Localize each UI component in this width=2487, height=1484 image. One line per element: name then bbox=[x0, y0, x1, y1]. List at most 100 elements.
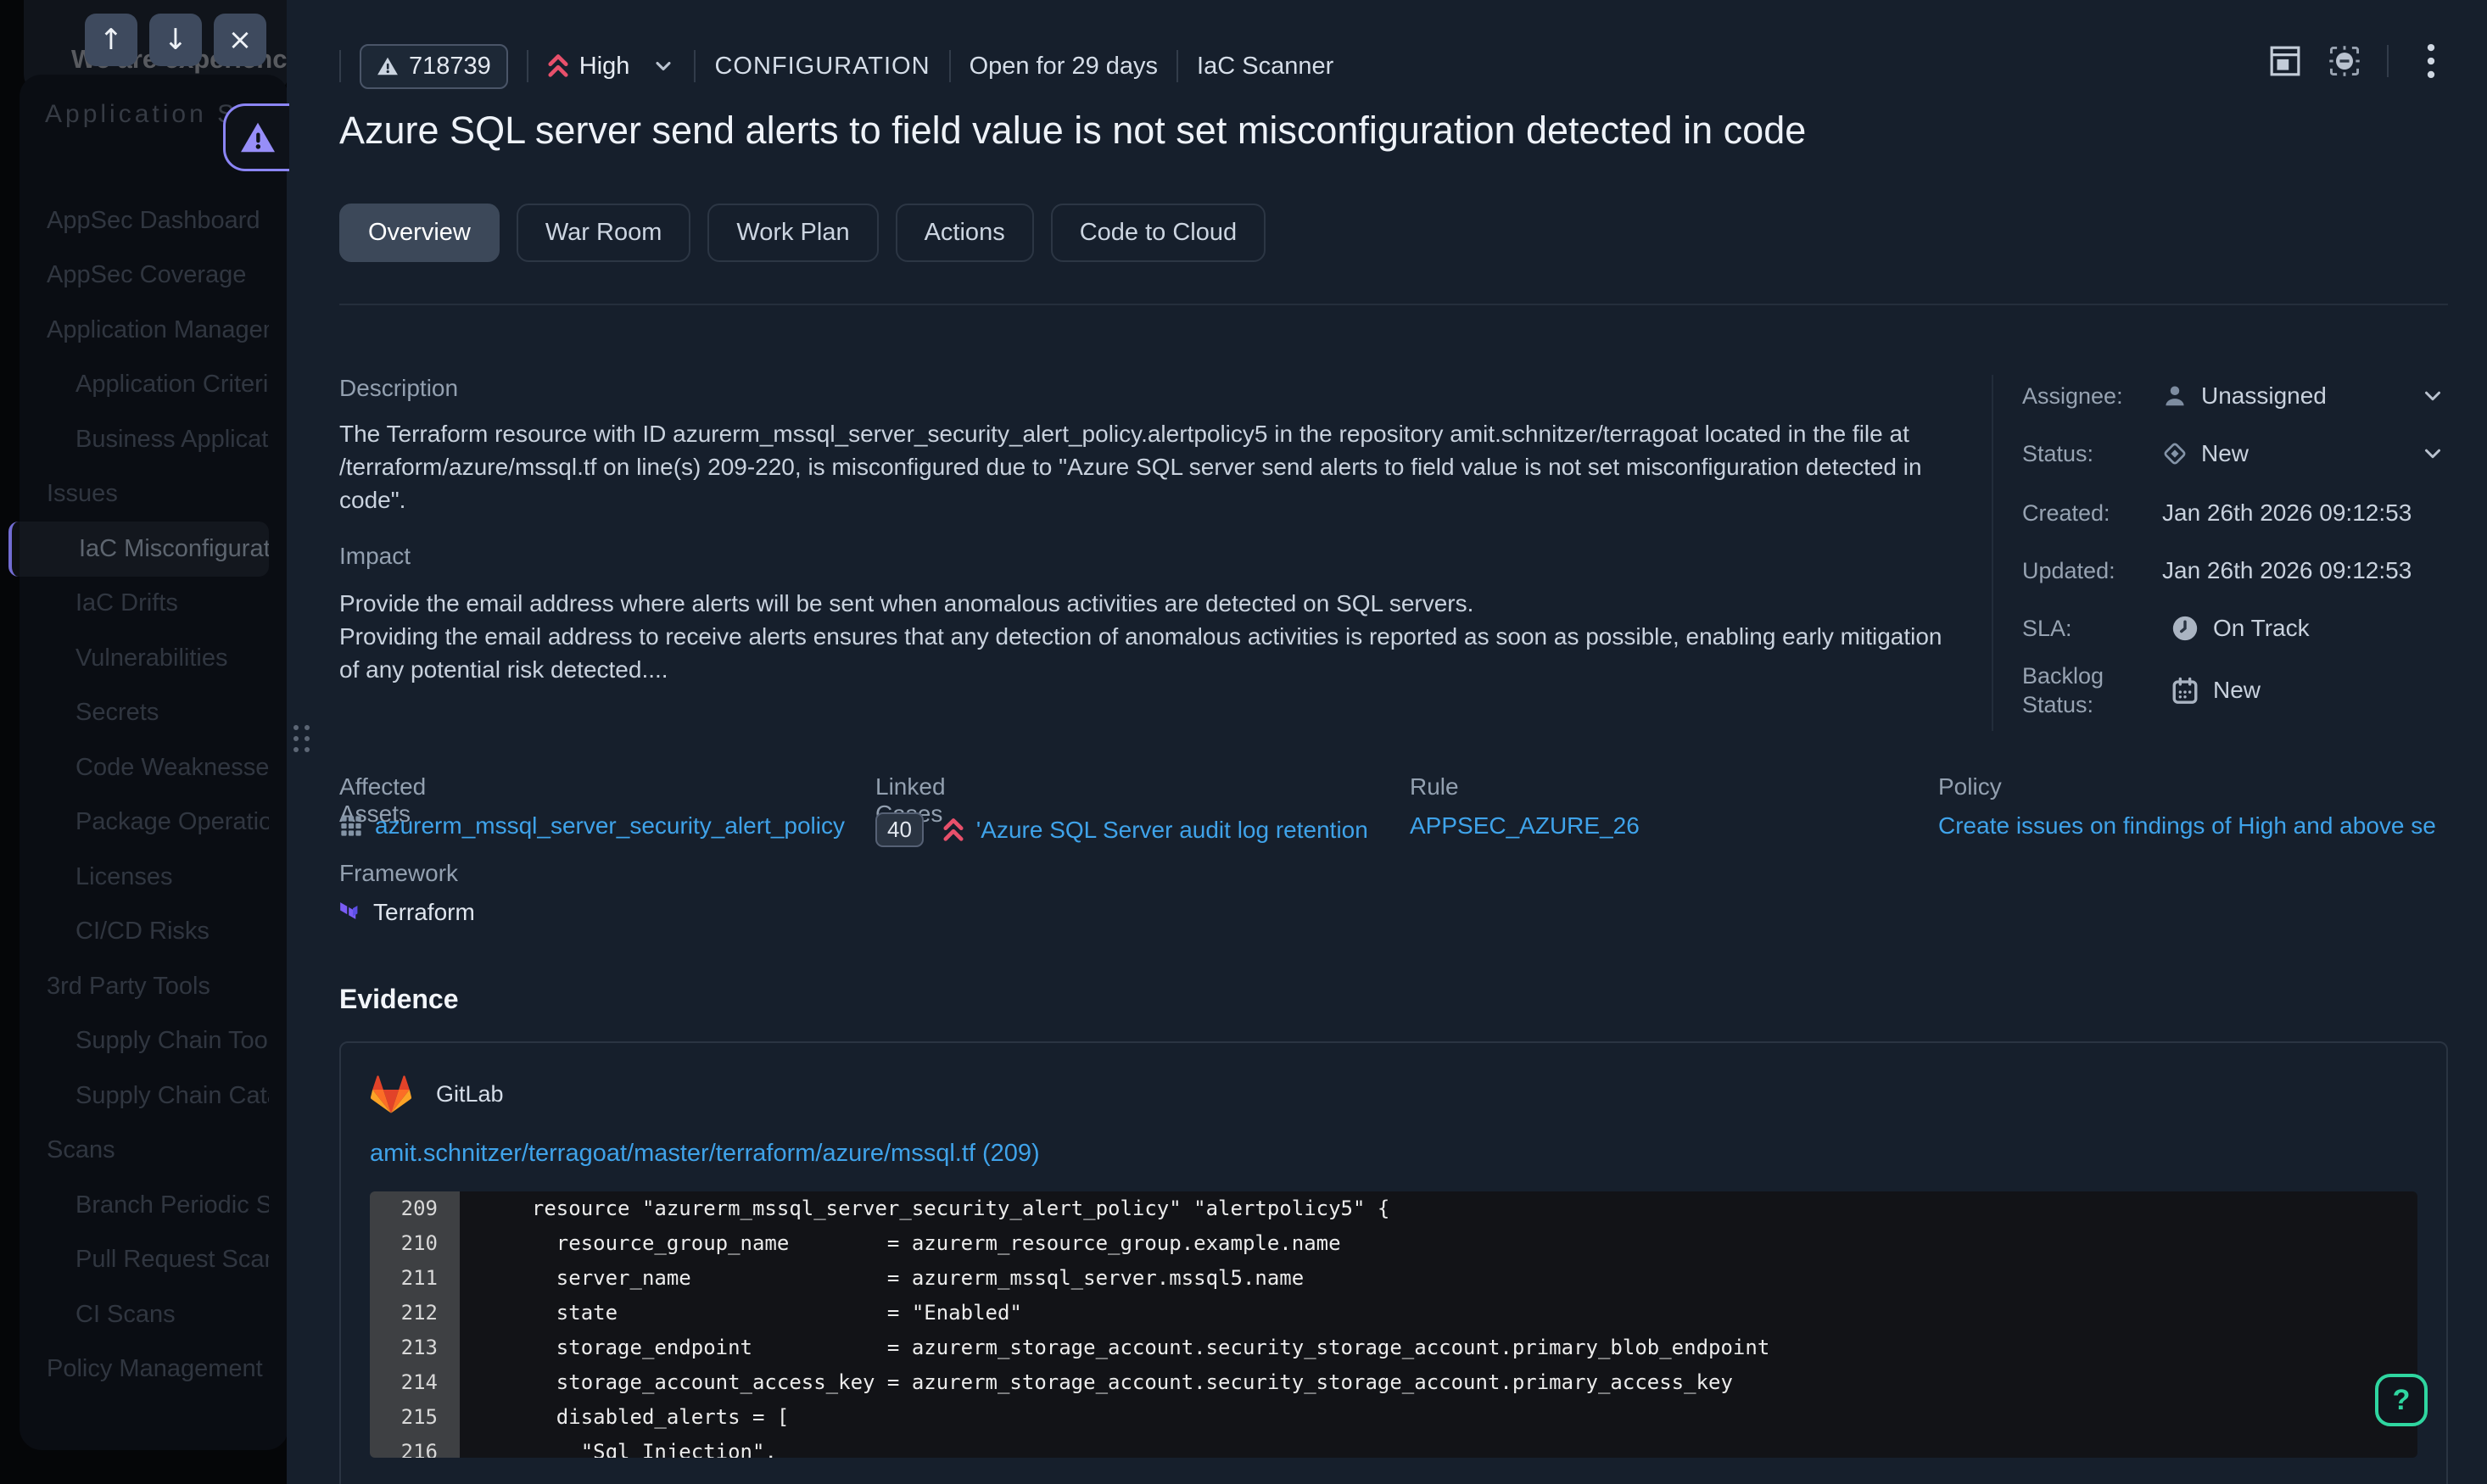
line-number: 215 bbox=[370, 1400, 460, 1435]
sidebar-item-code-weaknesses[interactable]: Code Weaknesses bbox=[0, 740, 269, 795]
code-line: disabled_alerts = [ bbox=[460, 1400, 2417, 1435]
issue-title: Azure SQL server send alerts to field va… bbox=[339, 109, 2290, 153]
next-issue-button[interactable]: ↓ bbox=[149, 14, 202, 66]
sidebar-item-supply-chain-tools[interactable]: Supply Chain Tools bbox=[0, 1014, 269, 1069]
sidebar-item-ci-scans[interactable]: CI Scans bbox=[0, 1287, 269, 1342]
sidebar-item-application-criteria[interactable]: Application Criteria bbox=[0, 358, 269, 413]
linked-case-link[interactable]: 'Azure SQL Server audit log retention bbox=[976, 817, 1368, 844]
issue-id: 718739 bbox=[409, 53, 491, 81]
created-row: Created: Jan 26th 2026 09:12:53 bbox=[2022, 499, 2451, 527]
assignee-row: Assignee: Unassigned bbox=[2022, 382, 2451, 410]
rule-label: Rule bbox=[1410, 773, 1459, 801]
clock-icon bbox=[2171, 614, 2199, 643]
sidebar-item-iac-misconfigurations[interactable]: IaC Misconfigurations bbox=[8, 522, 269, 577]
chevron-down-icon[interactable] bbox=[2420, 441, 2445, 466]
app-root: We are experiencing a pr Application Sec… bbox=[0, 0, 2487, 1484]
code-line: server_name = azurerm_mssql_server.mssql… bbox=[460, 1261, 2417, 1296]
evidence-card: GitLab amit.schnitzer/terragoat/master/t… bbox=[339, 1041, 2448, 1484]
sidebar-item-secrets[interactable]: Secrets bbox=[0, 686, 269, 741]
framework-label: Framework bbox=[339, 860, 458, 887]
chevron-down-icon bbox=[651, 54, 675, 78]
sidebar-item-pull-request-scans[interactable]: Pull Request Scans bbox=[0, 1233, 269, 1288]
line-number: 213 bbox=[370, 1331, 460, 1365]
issue-open-duration: Open for 29 days bbox=[970, 53, 1158, 81]
status-select[interactable]: New bbox=[2162, 440, 2249, 467]
focus-scan-button[interactable] bbox=[2328, 44, 2361, 78]
drawer-resize-handle[interactable] bbox=[293, 725, 310, 752]
divider bbox=[949, 50, 951, 82]
alerts-pull-tab[interactable] bbox=[223, 103, 289, 171]
issue-topbar: 718739 High CONFIGURATION Open for 29 da… bbox=[339, 42, 1333, 90]
created-label: Created: bbox=[2022, 499, 2162, 527]
affected-asset-link[interactable]: azurerm_mssql_server_security_alert_poli… bbox=[375, 812, 845, 840]
evidence-provider: GitLab bbox=[370, 1067, 2417, 1121]
code-snippet[interactable]: 209 resource "azurerm_mssql_server_secur… bbox=[370, 1191, 2417, 1458]
sidebar-item-appsec-dashboard[interactable]: AppSec Dashboard bbox=[0, 193, 269, 248]
updated-label: Updated: bbox=[2022, 556, 2162, 585]
provider-name: GitLab bbox=[436, 1081, 504, 1107]
description-text: The Terraform resource with ID azurerm_m… bbox=[339, 417, 1968, 516]
sidebar-item-licenses[interactable]: Licenses bbox=[0, 850, 269, 905]
code-line: state = "Enabled" bbox=[460, 1296, 2417, 1331]
code-line: storage_endpoint = azurerm_storage_accou… bbox=[460, 1331, 2417, 1365]
status-label: Status: bbox=[2022, 439, 2162, 468]
issue-detail-drawer: 718739 High CONFIGURATION Open for 29 da… bbox=[287, 0, 2487, 1484]
evidence-file-link[interactable]: amit.schnitzer/terragoat/master/terrafor… bbox=[370, 1140, 1040, 1167]
impact-line-1: Provide the email address where alerts w… bbox=[339, 587, 1968, 620]
tab-war-room[interactable]: War Room bbox=[517, 204, 691, 262]
code-line: resource_group_name = azurerm_resource_g… bbox=[460, 1226, 2417, 1261]
sidebar-item-supply-chain-catalog[interactable]: Supply Chain Catalog bbox=[0, 1068, 269, 1124]
created-value: Jan 26th 2026 09:12:53 bbox=[2162, 499, 2412, 527]
code-line: "Sql_Injection", bbox=[460, 1435, 2417, 1458]
sidebar-item-3rd-party-tools[interactable]: 3rd Party Tools bbox=[0, 959, 269, 1014]
more-options-button[interactable] bbox=[2414, 44, 2448, 78]
close-drawer-button[interactable]: × bbox=[214, 14, 266, 66]
line-number: 216 bbox=[370, 1435, 460, 1458]
line-number: 210 bbox=[370, 1226, 460, 1261]
divider bbox=[527, 50, 528, 82]
drawer-toolbar bbox=[2268, 44, 2448, 78]
status-value: New bbox=[2201, 440, 2249, 467]
assignee-value: Unassigned bbox=[2201, 382, 2327, 410]
linked-cases-count-badge[interactable]: 40 bbox=[875, 812, 924, 847]
arrow-down-icon: ↓ bbox=[164, 23, 188, 57]
arrow-up-icon: ↑ bbox=[99, 23, 124, 57]
tab-actions[interactable]: Actions bbox=[896, 204, 1034, 262]
sidebar-item-scans[interactable]: Scans bbox=[0, 1124, 269, 1179]
terraform-icon bbox=[339, 901, 361, 924]
sidebar-item-issues[interactable]: Issues bbox=[0, 467, 269, 522]
sidebar-item-business-applications[interactable]: Business Applications bbox=[0, 412, 269, 467]
sidebar-item-iac-drifts[interactable]: IaC Drifts bbox=[0, 577, 269, 632]
sidebar-item-policy-management[interactable]: Policy Management bbox=[0, 1342, 269, 1398]
sidebar-item-branch-periodic-scans[interactable]: Branch Periodic Scan bbox=[0, 1178, 269, 1233]
severity-dropdown[interactable]: High bbox=[547, 53, 676, 81]
issue-source: IaC Scanner bbox=[1197, 53, 1333, 81]
impact-text: Provide the email address where alerts w… bbox=[339, 587, 1968, 686]
rule-link[interactable]: APPSEC_AZURE_26 bbox=[1410, 812, 1640, 840]
evidence-file-link-row: amit.schnitzer/terragoat/master/terrafor… bbox=[370, 1140, 2417, 1168]
code-line: storage_account_access_key = azurerm_sto… bbox=[460, 1365, 2417, 1400]
line-number: 212 bbox=[370, 1296, 460, 1331]
chevron-down-icon[interactable] bbox=[2420, 383, 2445, 409]
sidebar-item-cicd-risks[interactable]: CI/CD Risks bbox=[0, 905, 269, 960]
assignee-select[interactable]: Unassigned bbox=[2162, 382, 2327, 410]
backlog-status-label: Backlog Status: bbox=[2022, 661, 2162, 719]
sidebar-item-package-operational[interactable]: Package Operational bbox=[0, 795, 269, 851]
status-row: Status: New bbox=[2022, 439, 2451, 468]
updated-value: Jan 26th 2026 09:12:53 bbox=[2162, 557, 2412, 584]
severity-label: High bbox=[579, 53, 630, 81]
sidebar-item-vulnerabilities[interactable]: Vulnerabilities bbox=[0, 631, 269, 686]
layout-panel-button[interactable] bbox=[2268, 44, 2302, 78]
sidebar-item-application-management[interactable]: Application Management bbox=[0, 303, 269, 358]
previous-issue-button[interactable]: ↑ bbox=[85, 14, 137, 66]
tab-overview[interactable]: Overview bbox=[339, 204, 500, 262]
policy-link[interactable]: Create issues on findings of High and ab… bbox=[1938, 812, 2436, 840]
tab-work-plan[interactable]: Work Plan bbox=[707, 204, 878, 262]
sidebar-nav: AppSec Dashboard AppSec Coverage Applica… bbox=[0, 193, 269, 1397]
sidebar-item-appsec-coverage[interactable]: AppSec Coverage bbox=[0, 248, 269, 304]
issue-id-badge[interactable]: 718739 bbox=[360, 44, 508, 89]
divider bbox=[1992, 375, 1993, 731]
tab-code-to-cloud[interactable]: Code to Cloud bbox=[1051, 204, 1266, 262]
severity-high-icon bbox=[942, 817, 964, 843]
help-button[interactable]: ? bbox=[2375, 1374, 2428, 1426]
